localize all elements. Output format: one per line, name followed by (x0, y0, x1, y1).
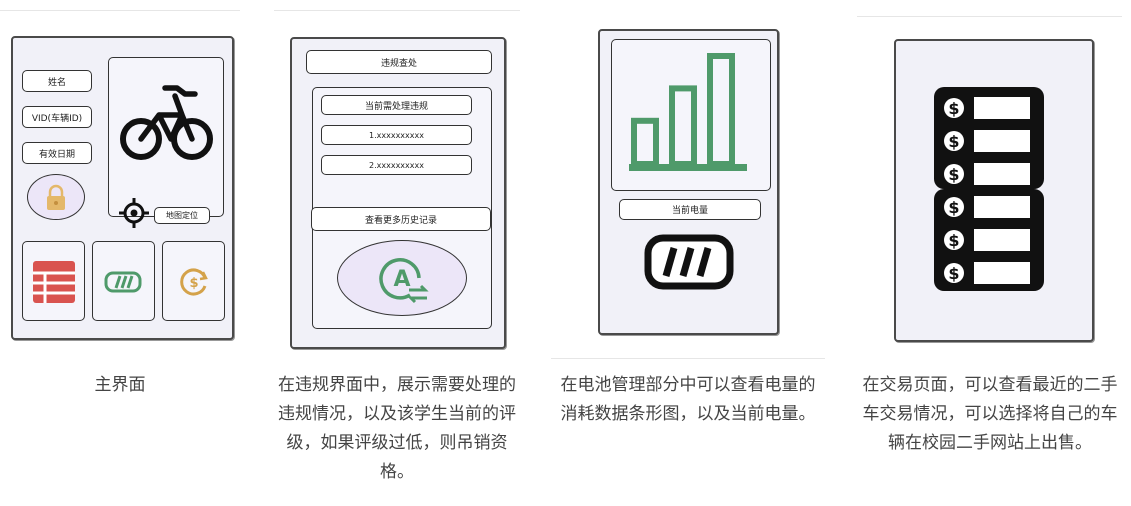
svg-text:$: $ (189, 276, 198, 291)
top-divider-4 (857, 16, 1122, 17)
battery-usage-chart (629, 53, 747, 171)
table-tile[interactable] (22, 241, 85, 321)
svg-text:$: $ (948, 231, 959, 250)
violation-list-panel: 当前需处理违规 1.xxxxxxxxxx 2.xxxxxxxxxx 查看更多历史… (311, 87, 492, 329)
violation-item-1[interactable]: 1.xxxxxxxxxx (321, 125, 472, 145)
main-screen-mockup: 姓名 VID(车辆ID) 有效日期 地图定位 $ (11, 36, 234, 340)
trade-row (974, 196, 1030, 218)
violation-title: 违规查处 (306, 50, 492, 74)
bike-card: 地图定位 (108, 57, 224, 228)
trade-row (974, 262, 1030, 284)
lock-icon (47, 184, 65, 210)
current-battery-label: 当前电量 (619, 199, 761, 220)
pending-violations-label: 当前需处理违规 (321, 95, 472, 115)
svg-text:$: $ (948, 132, 959, 151)
coin-exchange-icon: $ (180, 268, 208, 296)
dollar-list-icon: $ $ $ $ $ $ (934, 87, 1044, 291)
table-icon (33, 261, 75, 303)
violation-caption: 在违规界面中，展示需要处理的违规情况，以及该学生当前的评级，如果评级过低，则吊销… (278, 375, 516, 482)
caption-divider-3 (551, 358, 825, 359)
trade-caption: 在交易页面，可以查看最近的二手车交易情况，可以选择将自己的车辆在校园二手网站上出… (862, 375, 1118, 453)
battery-caption: 在电池管理部分中可以查看电量的消耗数据条形图，以及当前电量。 (560, 375, 816, 424)
battery-tile[interactable] (92, 241, 155, 321)
svg-text:$: $ (948, 99, 959, 118)
map-location-button[interactable]: 地图定位 (154, 207, 210, 224)
crosshair-icon[interactable] (119, 198, 149, 228)
trade-row (974, 97, 1030, 119)
svg-text:A: A (393, 267, 410, 292)
name-field[interactable]: 姓名 (22, 70, 92, 92)
battery-level-icon (644, 234, 734, 290)
trade-row (974, 163, 1030, 185)
trade-row (974, 130, 1030, 152)
expiry-field[interactable]: 有效日期 (22, 142, 92, 164)
lock-button[interactable] (27, 174, 85, 220)
trade-screen-mockup: $ $ $ $ $ $ (894, 39, 1094, 342)
violation-screen-mockup: 违规查处 当前需处理违规 1.xxxxxxxxxx 2.xxxxxxxxxx 查… (290, 37, 506, 349)
bicycle-icon (120, 85, 213, 160)
battery-icon (104, 271, 142, 293)
top-divider-1 (0, 10, 240, 11)
battery-screen-mockup: 当前电量 (598, 29, 779, 335)
exchange-tile[interactable]: $ (162, 241, 225, 321)
vid-field[interactable]: VID(车辆ID) (22, 106, 92, 128)
svg-text:$: $ (948, 165, 959, 184)
chart-bar (707, 53, 735, 167)
battery-chart-card (611, 39, 771, 191)
history-button[interactable]: 查看更多历史记录 (311, 207, 491, 231)
violation-item-2[interactable]: 2.xxxxxxxxxx (321, 155, 472, 175)
main-caption: 主界面 (94, 375, 146, 395)
svg-text:$: $ (948, 198, 959, 217)
top-divider-2 (274, 10, 520, 11)
rating-badge[interactable]: A (337, 240, 467, 316)
chart-bar (631, 117, 659, 168)
svg-text:$: $ (948, 264, 959, 283)
chart-bar (669, 85, 697, 167)
chart-baseline (629, 164, 747, 171)
translate-icon: A (379, 258, 429, 304)
trade-row (974, 229, 1030, 251)
